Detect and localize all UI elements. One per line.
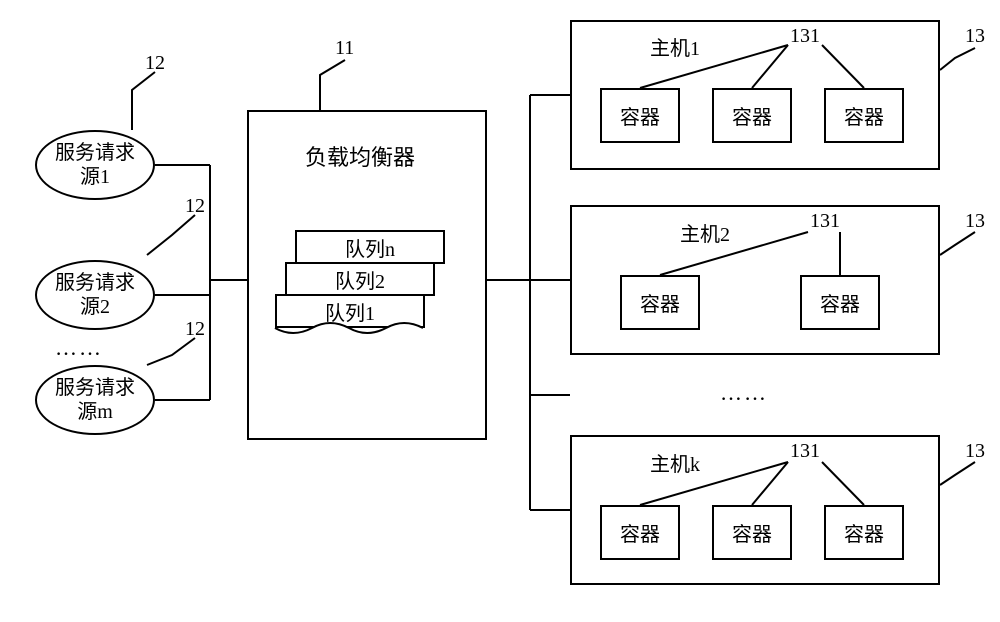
hostk-container-1: 容器 bbox=[600, 505, 680, 560]
source-m-text: 服务请求 源m bbox=[55, 376, 135, 424]
num-13-host1: 13 bbox=[965, 25, 985, 48]
host1-c1-text: 容器 bbox=[620, 101, 660, 130]
load-balancer-title: 负载均衡器 bbox=[305, 140, 415, 172]
num-12-b: 12 bbox=[185, 195, 205, 218]
queue-1: 队列1 bbox=[275, 294, 425, 328]
queue-1-label: 队列1 bbox=[325, 297, 375, 326]
num-12-a: 12 bbox=[145, 52, 165, 75]
num-13-hostk: 13 bbox=[965, 440, 985, 463]
source-dots: …… bbox=[55, 335, 103, 361]
host1-c2-text: 容器 bbox=[732, 101, 772, 130]
host-1-title: 主机1 bbox=[650, 32, 700, 61]
host2-container-2: 容器 bbox=[800, 275, 880, 330]
host2-container-1: 容器 bbox=[620, 275, 700, 330]
host2-c1-text: 容器 bbox=[640, 288, 680, 317]
source-2-text: 服务请求 源2 bbox=[55, 271, 135, 319]
host2-c2-text: 容器 bbox=[820, 288, 860, 317]
host-2-title: 主机2 bbox=[680, 218, 730, 247]
num-13-host2: 13 bbox=[965, 210, 985, 233]
host1-container-2: 容器 bbox=[712, 88, 792, 143]
queue-n-label: 队列n bbox=[345, 233, 395, 262]
host1-container-3: 容器 bbox=[824, 88, 904, 143]
hostk-container-2: 容器 bbox=[712, 505, 792, 560]
source-1-text: 服务请求 源1 bbox=[55, 141, 135, 189]
num-131-host2: 131 bbox=[810, 210, 840, 233]
source-2-ellipse: 服务请求 源2 bbox=[35, 260, 155, 330]
hostk-c3-text: 容器 bbox=[844, 518, 884, 547]
hostk-container-3: 容器 bbox=[824, 505, 904, 560]
hostk-c2-text: 容器 bbox=[732, 518, 772, 547]
host1-container-1: 容器 bbox=[600, 88, 680, 143]
num-131-hostk: 131 bbox=[790, 440, 820, 463]
host1-c3-text: 容器 bbox=[844, 101, 884, 130]
source-1-ellipse: 服务请求 源1 bbox=[35, 130, 155, 200]
host-dots: …… bbox=[720, 380, 768, 406]
host-k-title: 主机k bbox=[650, 448, 700, 477]
hostk-c1-text: 容器 bbox=[620, 518, 660, 547]
queue-2-label: 队列2 bbox=[335, 265, 385, 294]
num-11: 11 bbox=[335, 37, 354, 60]
queue-n: 队列n bbox=[295, 230, 445, 264]
queue-2: 队列2 bbox=[285, 262, 435, 296]
num-131-host1: 131 bbox=[790, 25, 820, 48]
source-m-ellipse: 服务请求 源m bbox=[35, 365, 155, 435]
num-12-c: 12 bbox=[185, 318, 205, 341]
